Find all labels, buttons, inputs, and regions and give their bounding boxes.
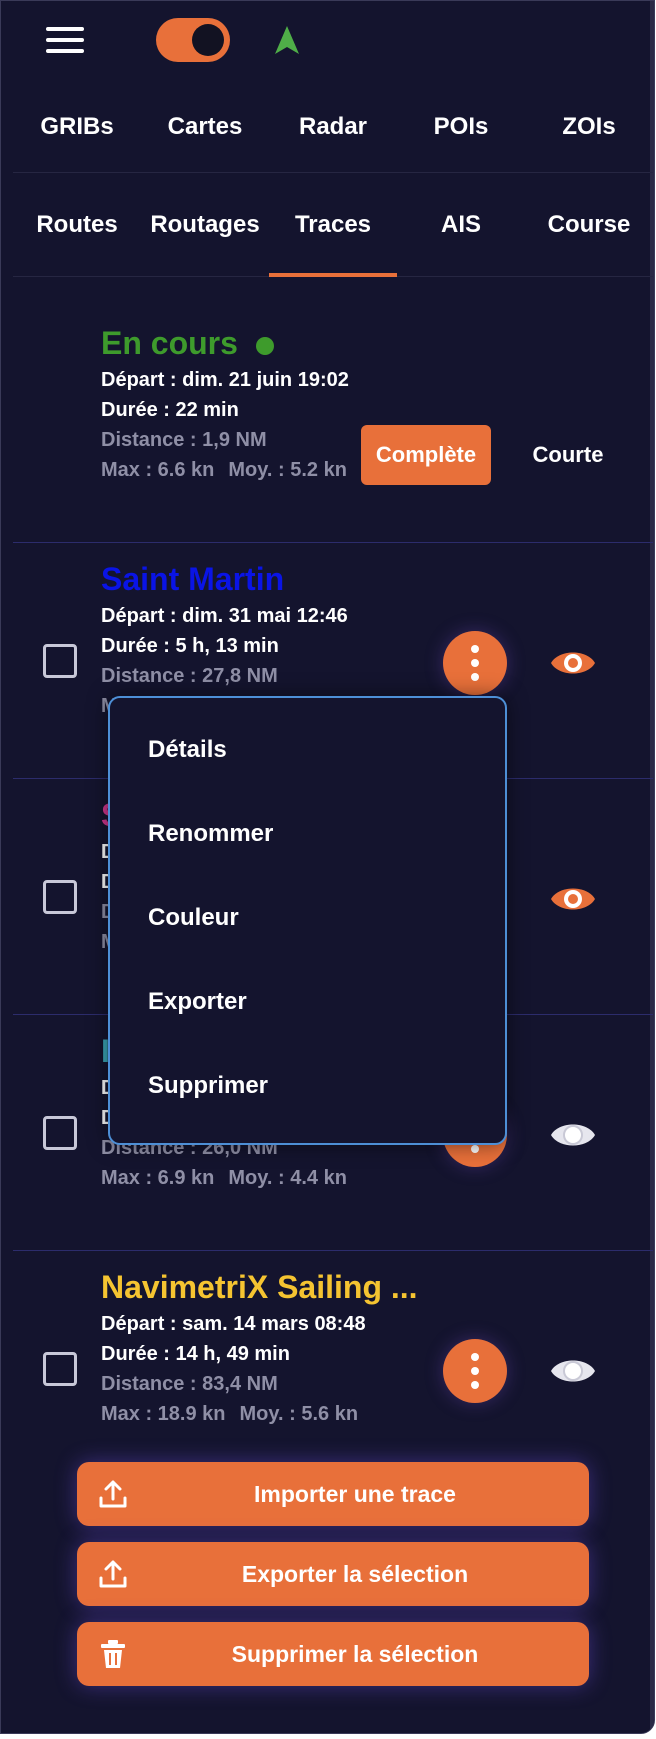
- track-speeds: Max : 18.9 kn Moy. : 5.6 kn: [101, 1403, 358, 1426]
- track-depart: Départ : dim. 31 mai 12:46: [101, 605, 348, 627]
- current-track-depart: Départ : dim. 21 juin 19:02: [101, 369, 349, 391]
- menu-item-export[interactable]: Exporter: [148, 988, 247, 1016]
- track-max: Max : 18.9 kn: [101, 1403, 226, 1425]
- upload-icon: [99, 1560, 127, 1588]
- delete-selection-label: Supprimer la sélection: [231, 1641, 479, 1667]
- eye-icon[interactable]: [549, 646, 597, 680]
- track-name[interactable]: NavimetriX Sailing ...: [101, 1269, 418, 1306]
- tab-radar[interactable]: Radar: [269, 81, 397, 172]
- current-track-distance: Distance : 1,9 NM: [101, 429, 267, 451]
- track-moy: Moy. : 4.4 kn: [228, 1167, 347, 1189]
- track-depart: Départ : sam. 14 mars 08:48: [101, 1313, 366, 1335]
- tab-gribs[interactable]: GRIBs: [13, 81, 141, 172]
- current-track-speeds: Max : 6.6 kn Moy. : 5.2 kn: [101, 459, 347, 482]
- tab-routes[interactable]: Routes: [13, 173, 141, 276]
- current-track-name: En cours: [101, 325, 238, 361]
- tab-course[interactable]: Course: [525, 173, 653, 276]
- track-distance: Distance : 27,8 NM: [101, 665, 278, 687]
- eye-icon[interactable]: [549, 1354, 597, 1388]
- track-speeds: Max : 6.9 kn Moy. : 4.4 kn: [101, 1167, 347, 1190]
- hamburger-icon[interactable]: [46, 27, 84, 53]
- menu-item-details[interactable]: Détails: [148, 736, 227, 764]
- track-name[interactable]: Saint Martin: [101, 561, 284, 598]
- tab-pois[interactable]: POIs: [397, 81, 525, 172]
- live-indicator-icon: [255, 336, 274, 355]
- tab-routages[interactable]: Routages: [141, 173, 269, 276]
- current-track-title: En cours: [101, 325, 274, 362]
- track-duree: Durée : 14 h, 49 min: [101, 1343, 290, 1365]
- export-selection-label: Exporter la sélection: [241, 1561, 469, 1587]
- track-checkbox[interactable]: [43, 880, 77, 914]
- short-button[interactable]: Courte: [505, 425, 631, 485]
- upload-icon: [99, 1480, 127, 1508]
- tab-cartes[interactable]: Cartes: [141, 81, 269, 172]
- current-track-max: Max : 6.6 kn: [101, 459, 215, 481]
- kebab-menu-icon[interactable]: [443, 1339, 507, 1403]
- export-selection-button[interactable]: Exporter la sélection: [77, 1542, 589, 1606]
- tracking-toggle[interactable]: [156, 18, 230, 62]
- track-item: NavimetriX Sailing ... Départ : sam. 14 …: [13, 1251, 653, 1487]
- menu-item-rename[interactable]: Renommer: [148, 820, 273, 848]
- eye-icon[interactable]: [549, 882, 597, 916]
- top-bar: [1, 1, 654, 81]
- current-track: En cours Départ : dim. 21 juin 19:02 Dur…: [13, 307, 653, 543]
- track-moy: Moy. : 5.6 kn: [239, 1403, 359, 1425]
- toggle-knob: [192, 24, 224, 56]
- menu-tabs: GRIBs Cartes Radar POIs ZOIs: [13, 81, 653, 173]
- track-checkbox[interactable]: [43, 644, 77, 678]
- eye-icon[interactable]: [549, 1118, 597, 1152]
- track-duree: Durée : 5 h, 13 min: [101, 635, 279, 657]
- delete-selection-button[interactable]: Supprimer la sélection: [77, 1622, 589, 1686]
- menu-item-color[interactable]: Couleur: [148, 904, 239, 932]
- navigation-arrow-icon[interactable]: [274, 25, 300, 55]
- sub-tabs: Routes Routages Traces AIS Course: [13, 173, 653, 277]
- current-track-duree: Durée : 22 min: [101, 399, 239, 421]
- import-track-button[interactable]: Importer une trace: [77, 1462, 589, 1526]
- tab-zois[interactable]: ZOIs: [525, 81, 653, 172]
- traces-panel: GRIBs Cartes Radar POIs ZOIs Routes Rout…: [0, 0, 655, 1734]
- complete-button[interactable]: Complète: [361, 425, 491, 485]
- track-max: Max : 6.9 kn: [101, 1167, 215, 1189]
- track-context-menu: Détails Renommer Couleur Exporter Suppri…: [108, 696, 507, 1145]
- menu-item-delete[interactable]: Supprimer: [148, 1072, 268, 1100]
- tab-ais[interactable]: AIS: [397, 173, 525, 276]
- current-track-moy: Moy. : 5.2 kn: [228, 459, 347, 481]
- kebab-menu-icon[interactable]: [443, 631, 507, 695]
- import-track-label: Importer une trace: [254, 1481, 456, 1507]
- track-checkbox[interactable]: [43, 1116, 77, 1150]
- tab-traces[interactable]: Traces: [269, 173, 397, 277]
- trash-icon: [101, 1640, 125, 1668]
- track-checkbox[interactable]: [43, 1352, 77, 1386]
- track-distance: Distance : 83,4 NM: [101, 1373, 278, 1395]
